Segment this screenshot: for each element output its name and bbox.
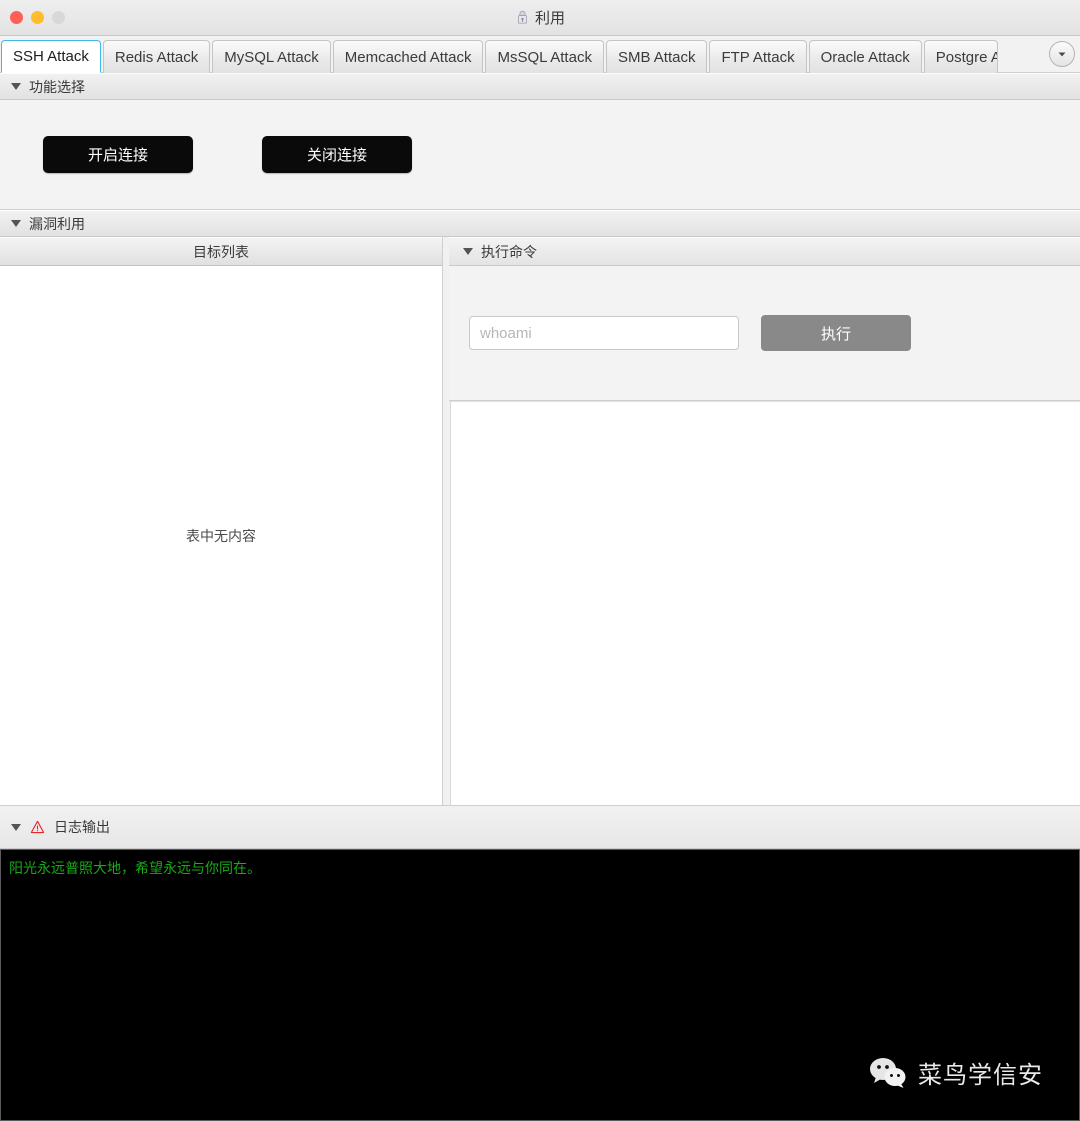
target-list-column-label: 目标列表: [193, 243, 249, 260]
window-title-group: 利用: [0, 7, 1080, 28]
titlebar: 利用: [0, 0, 1080, 36]
warning-triangle-icon: [30, 820, 45, 834]
app-window: 利用 SSH Attack Redis Attack MySQL Attack …: [0, 0, 1080, 1121]
tab-ftp-attack[interactable]: FTP Attack: [709, 40, 807, 73]
tab-ssh-attack[interactable]: SSH Attack: [1, 40, 101, 73]
target-list-column-header[interactable]: 目标列表: [0, 237, 442, 266]
tab-label: MySQL Attack: [224, 48, 319, 66]
exploit-section-title: 漏洞利用: [29, 215, 85, 232]
command-section-header[interactable]: 执行命令: [449, 237, 1080, 266]
command-input[interactable]: [469, 316, 739, 350]
caret-down-icon: [463, 248, 473, 255]
log-output-area[interactable]: 阳光永远普照大地，希望永远与你同在。 菜鸟学信安: [0, 849, 1080, 1121]
app-lock-icon: [515, 10, 530, 25]
window-title: 利用: [534, 10, 565, 27]
close-window-button[interactable]: [10, 11, 23, 24]
tab-label: Oracle Attack: [820, 48, 910, 66]
tab-mssql-attack[interactable]: MsSQL Attack: [485, 40, 604, 73]
function-buttons-panel: 开启连接 关闭连接: [0, 100, 1080, 210]
tab-label: MsSQL Attack: [497, 48, 592, 66]
caret-down-icon: [11, 823, 21, 831]
tab-redis-attack[interactable]: Redis Attack: [102, 40, 211, 73]
tab-label: Postgre A: [935, 48, 998, 66]
command-output-area[interactable]: [450, 401, 1080, 805]
log-section-title: 日志输出: [54, 819, 110, 835]
caret-down-icon: [11, 83, 21, 90]
command-input-row: 执行: [449, 266, 1080, 401]
log-line: 阳光永远普照大地，希望永远与你同在。: [9, 860, 261, 876]
tab-label: Redis Attack: [114, 48, 199, 66]
tab-overflow-button[interactable]: [1049, 41, 1075, 67]
tab-smb-attack[interactable]: SMB Attack: [605, 40, 708, 73]
command-section-title: 执行命令: [481, 243, 537, 260]
target-list-table-body[interactable]: 表中无内容: [0, 266, 442, 805]
tab-mysql-attack[interactable]: MySQL Attack: [212, 40, 331, 73]
traffic-lights: [0, 11, 65, 24]
minimize-window-button[interactable]: [31, 11, 44, 24]
zoom-window-button[interactable]: [52, 11, 65, 24]
exploit-split-area: 目标列表 表中无内容 执行命令 执行: [0, 237, 1080, 805]
log-section-header[interactable]: 日志输出: [0, 805, 1080, 849]
caret-down-icon: [11, 220, 21, 227]
tab-postgre-attack[interactable]: Postgre A: [923, 40, 998, 73]
target-list-pane: 目标列表 表中无内容: [0, 237, 443, 805]
close-connection-button[interactable]: 关闭连接: [262, 136, 412, 173]
tab-label: Memcached Attack: [344, 48, 472, 66]
wechat-icon: [868, 1056, 908, 1090]
target-list-empty-message: 表中无内容: [186, 527, 256, 544]
chevron-down-icon: [1056, 48, 1068, 60]
tab-bar: SSH Attack Redis Attack MySQL Attack Mem…: [0, 36, 1080, 73]
tab-memcached-attack[interactable]: Memcached Attack: [332, 40, 484, 73]
watermark: 菜鸟学信安: [868, 1055, 1043, 1090]
tab-label: FTP Attack: [721, 48, 795, 66]
function-section-header[interactable]: 功能选择: [0, 73, 1080, 100]
tab-label: SSH Attack: [13, 48, 89, 65]
watermark-label: 菜鸟学信安: [918, 1062, 1043, 1089]
exploit-section-header[interactable]: 漏洞利用: [0, 210, 1080, 237]
open-connection-button[interactable]: 开启连接: [43, 136, 193, 173]
tab-oracle-attack[interactable]: Oracle Attack: [808, 40, 922, 73]
function-section-title: 功能选择: [29, 78, 85, 95]
command-pane: 执行命令 执行: [449, 237, 1080, 805]
execute-button[interactable]: 执行: [761, 315, 911, 351]
tab-label: SMB Attack: [617, 48, 696, 66]
